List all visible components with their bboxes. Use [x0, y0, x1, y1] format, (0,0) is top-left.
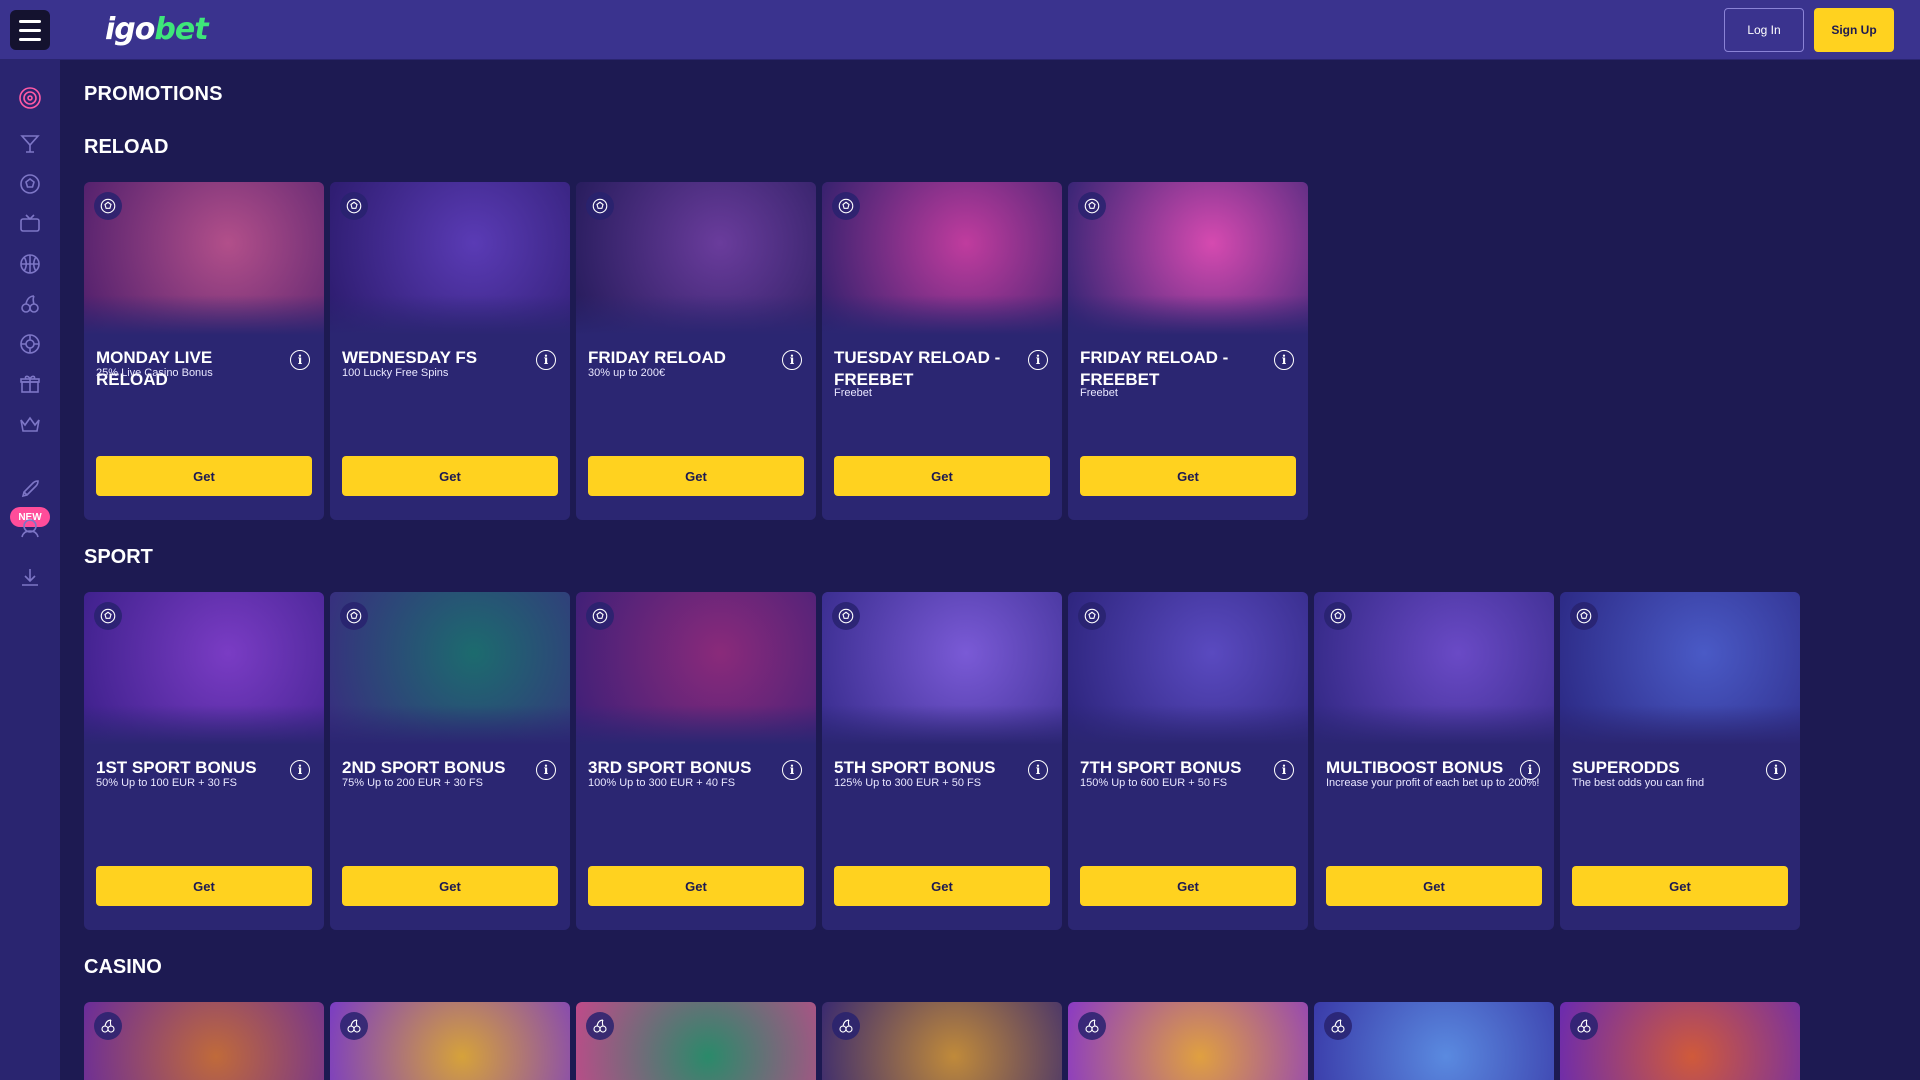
sport-ball-icon [832, 602, 860, 630]
get-button[interactable]: Get [1080, 456, 1296, 496]
menu-icon[interactable] [10, 10, 50, 50]
roulette-icon[interactable] [16, 330, 44, 358]
sport-ball-icon [1324, 602, 1352, 630]
get-button[interactable]: Get [834, 456, 1050, 496]
sport-ball-icon [586, 192, 614, 220]
casino-promo-card[interactable] [576, 1002, 816, 1080]
promo-description: 100% Up to 300 EUR + 40 FS [588, 777, 736, 789]
section-title-reload: RELOAD [84, 136, 169, 158]
promo-card[interactable]: 3RD SPORT BONUS i 100% Up to 300 EUR + 40 … [576, 592, 816, 930]
promo-description: 50% Up to 100 EUR + 30 FS [96, 777, 237, 789]
cherries-icon[interactable] [16, 290, 44, 318]
cocktail-icon[interactable] [16, 130, 44, 158]
section-title-sport: SPORT [84, 546, 153, 568]
sport-ball-icon [586, 602, 614, 630]
get-button[interactable]: Get [1326, 866, 1542, 906]
get-button[interactable]: Get [96, 866, 312, 906]
casino-promo-card[interactable] [822, 1002, 1062, 1080]
get-button[interactable]: Get [834, 866, 1050, 906]
cherries-icon [340, 1012, 368, 1040]
sport-ball-icon [1078, 602, 1106, 630]
cherries-icon [832, 1012, 860, 1040]
tv-icon[interactable] [16, 210, 44, 238]
promo-card[interactable]: SUPERODDS i The best odds you can find Get [1560, 592, 1800, 930]
promo-card[interactable]: FRIDAY RELOAD i 30% up to 200€ Get [576, 182, 816, 520]
get-button[interactable]: Get [96, 456, 312, 496]
promo-card[interactable]: MULTIBOOST BONUS i Increase your profit of… [1314, 592, 1554, 930]
info-icon[interactable]: i [1274, 350, 1294, 370]
support-icon[interactable] [16, 514, 44, 542]
promo-description: 75% Up to 200 EUR + 30 FS [342, 777, 483, 789]
gift-icon[interactable] [16, 370, 44, 398]
sidebar: NEW [0, 60, 60, 1080]
login-button[interactable]: Log In [1724, 8, 1804, 52]
sport-ball-icon [1570, 602, 1598, 630]
sport-ball-icon [340, 192, 368, 220]
promo-description: 150% Up to 600 EUR + 50 FS [1080, 777, 1228, 789]
top-header: igobet Log In Sign Up [0, 0, 1920, 60]
casino-promo-card[interactable] [330, 1002, 570, 1080]
logo-bet: bet [154, 12, 208, 47]
promo-description: Freebet [834, 387, 872, 399]
basketball-icon[interactable] [16, 250, 44, 278]
get-button[interactable]: Get [1080, 866, 1296, 906]
logo-igo: igo [105, 12, 155, 47]
sport-ball-icon [94, 192, 122, 220]
promo-card[interactable]: 1ST SPORT BONUS i 50% Up to 100 EUR + 30 F… [84, 592, 324, 930]
casino-promo-card[interactable] [1314, 1002, 1554, 1080]
info-icon[interactable]: i [1028, 350, 1048, 370]
igobet-logo[interactable]: igobet [105, 10, 209, 50]
download-icon[interactable] [16, 563, 44, 591]
signup-button[interactable]: Sign Up [1814, 8, 1894, 52]
crown-icon[interactable] [16, 410, 44, 438]
get-button[interactable]: Get [342, 866, 558, 906]
promo-description: 30% up to 200€ [588, 367, 666, 379]
target-icon[interactable] [16, 84, 44, 112]
casino-promo-card[interactable] [84, 1002, 324, 1080]
get-button[interactable]: Get [588, 866, 804, 906]
section-title-casino: CASINO [84, 956, 162, 978]
sport-ball-icon [1078, 192, 1106, 220]
cherries-icon [1324, 1012, 1352, 1040]
promo-description: Freebet [1080, 387, 1118, 399]
page-title: PROMOTIONS [84, 83, 223, 105]
cherries-icon [1078, 1012, 1106, 1040]
promo-card[interactable]: 2ND SPORT BONUS i 75% Up to 200 EUR + 30 F… [330, 592, 570, 930]
promo-description: 100 Lucky Free Spins [342, 367, 449, 379]
promo-card[interactable]: FRIDAY RELOAD - FREEBET i Freebet Get [1068, 182, 1308, 520]
get-button[interactable]: Get [342, 456, 558, 496]
cherries-icon [586, 1012, 614, 1040]
promo-card[interactable]: TUESDAY RELOAD - FREEBET i Freebet Get [822, 182, 1062, 520]
sport-ball-icon [340, 602, 368, 630]
get-button[interactable]: Get [1572, 866, 1788, 906]
promo-description: Increase your profit of each bet up to 2… [1326, 777, 1540, 789]
rocket-icon[interactable] [16, 475, 44, 503]
promo-card[interactable]: 7TH SPORT BONUS i 150% Up to 600 EUR + 50 … [1068, 592, 1308, 930]
sport-ball-icon [94, 602, 122, 630]
promo-card[interactable]: MONDAY LIVE RELOAD i 25% Live Casino Bonus… [84, 182, 324, 520]
casino-promo-card[interactable] [1068, 1002, 1308, 1080]
sport-ball-icon [832, 192, 860, 220]
promo-description: The best odds you can find [1572, 777, 1705, 789]
football-icon[interactable] [16, 170, 44, 198]
promo-description: 25% Live Casino Bonus [96, 367, 213, 379]
cherries-icon [1570, 1012, 1598, 1040]
promo-description: 125% Up to 300 EUR + 50 FS [834, 777, 982, 789]
cherries-icon [94, 1012, 122, 1040]
get-button[interactable]: Get [588, 456, 804, 496]
promo-card[interactable]: 5TH SPORT BONUS i 125% Up to 300 EUR + 50 … [822, 592, 1062, 930]
promo-card[interactable]: WEDNESDAY FS i 100 Lucky Free Spins Get [330, 182, 570, 520]
casino-promo-card[interactable] [1560, 1002, 1800, 1080]
